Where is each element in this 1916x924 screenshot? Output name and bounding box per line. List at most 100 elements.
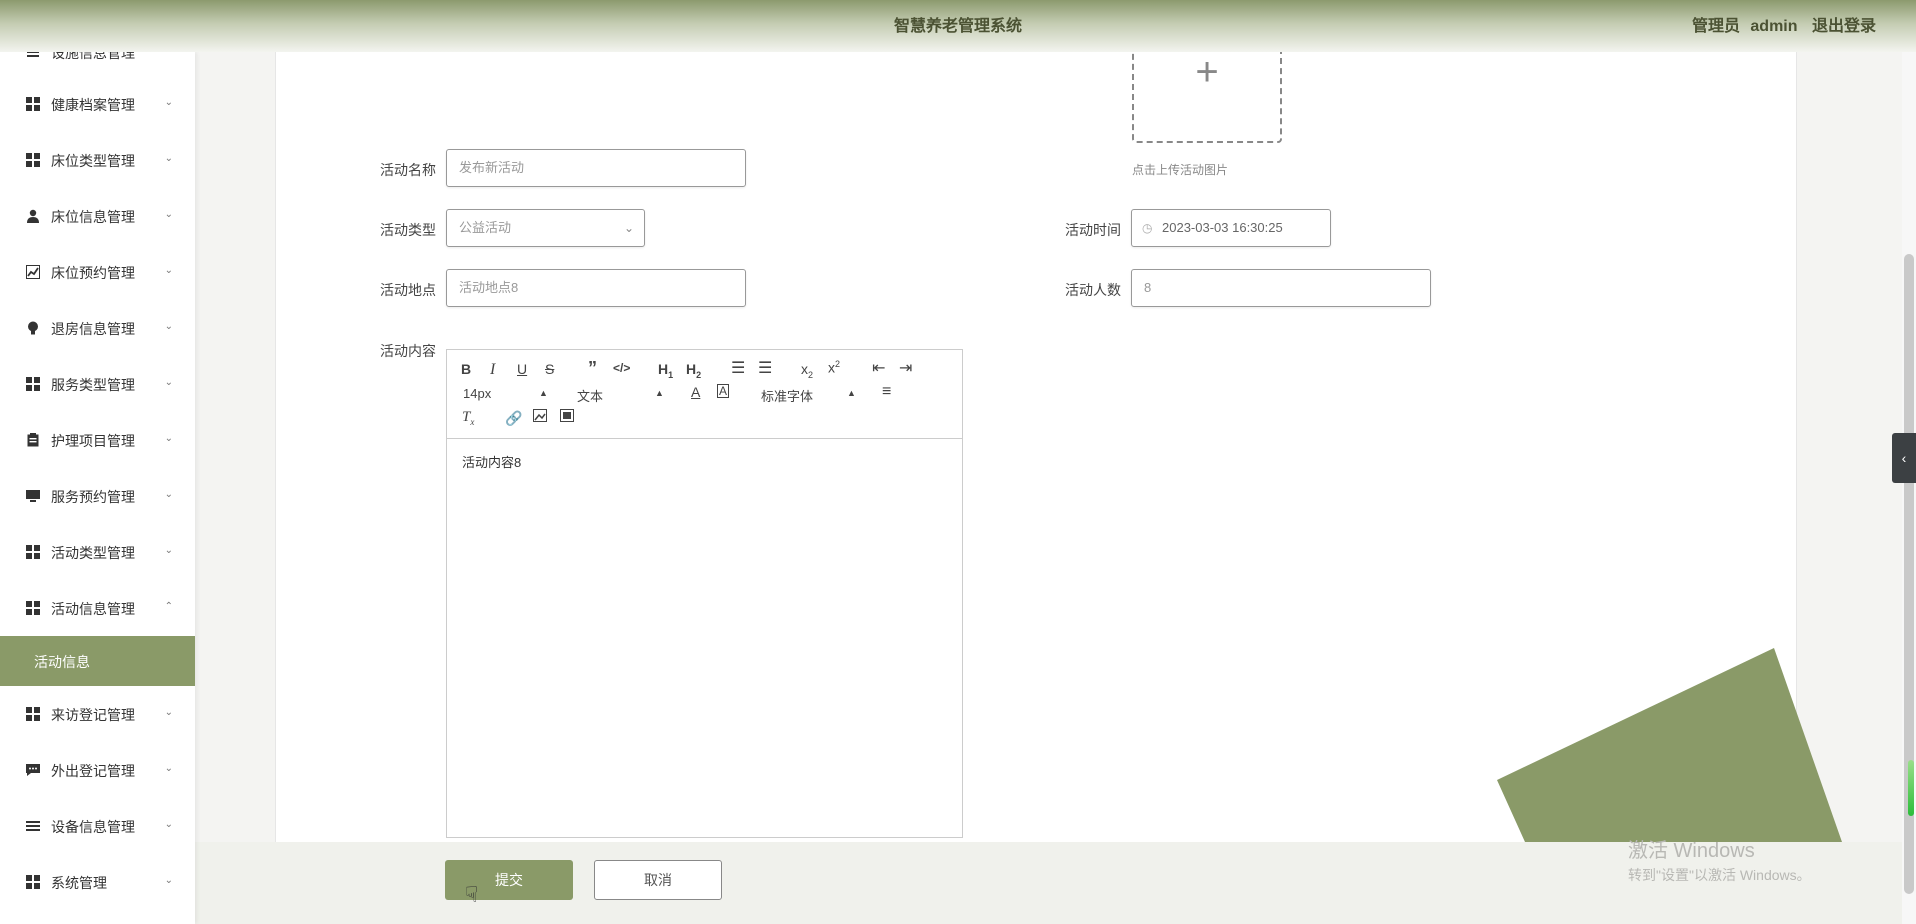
activity-place-input[interactable]: 活动地点8: [446, 269, 746, 307]
activity-people-label: 活动人数: [1065, 282, 1121, 298]
code-button[interactable]: </>: [613, 361, 630, 375]
sidebar-item-checkout[interactable]: 退房信息管理 ⌄: [0, 308, 195, 348]
rich-text-editor[interactable]: B I U S ” </> H1 H2 ☰ ☰ x2 x2 ⇤ ⇥ 14px ▲…: [446, 349, 963, 838]
sidebar-item-health-records[interactable]: 健康档案管理 ⌄: [0, 84, 195, 124]
blockquote-button[interactable]: ”: [588, 358, 597, 379]
header1-button[interactable]: H1: [658, 361, 673, 380]
sidebar-subitem-label: 活动信息: [34, 654, 90, 670]
collapse-panel-button[interactable]: ‹: [1892, 433, 1916, 483]
sidebar-item-label: 设备信息管理: [51, 819, 135, 835]
chart-icon: [26, 265, 40, 279]
sidebar-subitem-activity-info[interactable]: 活动信息: [0, 636, 195, 686]
chevron-down-icon: ⌄: [164, 819, 173, 830]
sidebar-item-label: 退房信息管理: [51, 321, 135, 337]
activity-type-value: 公益活动: [459, 220, 512, 235]
chevron-down-icon: ⌄: [164, 153, 173, 164]
font-color-button[interactable]: A: [691, 384, 700, 400]
sidebar-item-service-booking[interactable]: 服务预约管理 ⌄: [0, 476, 195, 516]
sidebar-item-activity-types[interactable]: 活动类型管理 ⌄: [0, 532, 195, 572]
paragraph-value: 文本: [577, 389, 604, 404]
background-color-button[interactable]: A: [717, 384, 730, 398]
indent-button[interactable]: ⇥: [899, 358, 912, 378]
hand-cursor-icon: ☟: [465, 882, 479, 907]
upload-tip: 点击上传活动图片: [1132, 163, 1229, 177]
watermark-line1: 激活 Windows: [1628, 840, 1755, 862]
sidebar-item-label: 服务预约管理: [51, 489, 135, 505]
grid-icon: [26, 545, 40, 559]
activity-place-label: 活动地点: [380, 282, 436, 298]
updown-icon: ▲: [655, 388, 664, 398]
user-icon: [26, 209, 40, 223]
activity-name-label: 活动名称: [380, 162, 436, 178]
chevron-down-icon: ⌄: [164, 875, 173, 886]
sidebar-item-activity-info[interactable]: 活动信息管理 ⌃: [0, 588, 195, 628]
sidebar-item-service-types[interactable]: 服务类型管理 ⌄: [0, 364, 195, 404]
bullet-list-button[interactable]: ☰: [758, 358, 772, 378]
outdent-button[interactable]: ⇤: [872, 358, 885, 378]
chevron-down-icon: ⌄: [164, 377, 173, 388]
chevron-down-icon: ⌄: [164, 763, 173, 774]
chevron-down-icon: ⌄: [164, 265, 173, 276]
list-icon: [26, 819, 40, 833]
sidebar-item-label: 设施信息管理: [51, 52, 135, 61]
italic-button[interactable]: I: [490, 361, 495, 379]
clear-format-button[interactable]: Tx: [462, 409, 474, 427]
sidebar-item-system[interactable]: 系统管理 ⌄: [0, 862, 195, 902]
font-family-picker[interactable]: 标准字体 ▲: [761, 386, 856, 405]
chevron-down-icon: ⌄: [164, 545, 173, 556]
decorative-shape: [1497, 648, 1842, 842]
logout-link[interactable]: 退出登录: [1812, 18, 1876, 35]
chevron-down-icon: ⌄: [623, 221, 634, 235]
sidebar-item-label: 来访登记管理: [51, 707, 135, 723]
font-size-picker[interactable]: 14px ▲: [463, 386, 548, 401]
monitor-icon: [26, 489, 40, 503]
bulb-icon: [26, 321, 40, 335]
sidebar-item-label: 床位信息管理: [51, 209, 135, 225]
subscript-button[interactable]: x2: [801, 361, 813, 380]
video-icon[interactable]: [560, 409, 574, 425]
activity-people-input[interactable]: 8: [1131, 269, 1431, 307]
sidebar-item-visitor-registration[interactable]: 来访登记管理 ⌄: [0, 694, 195, 734]
align-button[interactable]: ≡: [882, 383, 891, 401]
sidebar-item-equipment[interactable]: 设备信息管理 ⌄: [0, 806, 195, 846]
cancel-button[interactable]: 取消: [594, 860, 722, 900]
sidebar-item-bed-types[interactable]: 床位类型管理 ⌄: [0, 140, 195, 180]
image-upload[interactable]: +: [1132, 40, 1282, 143]
sidebar-item-care-items[interactable]: 护理项目管理 ⌄: [0, 420, 195, 460]
sidebar-item-label: 床位预约管理: [51, 265, 135, 281]
sidebar-item-bed-info[interactable]: 床位信息管理 ⌄: [0, 196, 195, 236]
sidebar-item-bed-booking[interactable]: 床位预约管理 ⌄: [0, 252, 195, 292]
bold-button[interactable]: B: [461, 361, 471, 377]
grid-icon: [26, 601, 40, 615]
scroll-indicator: [1908, 760, 1914, 816]
sidebar-item-label: 外出登记管理: [51, 763, 135, 779]
paragraph-picker[interactable]: 文本 ▲: [577, 386, 664, 405]
activity-time-picker[interactable]: ◷ 2023-03-03 16:30:25: [1131, 209, 1331, 247]
grid-icon: [26, 377, 40, 391]
underline-button[interactable]: U: [517, 361, 527, 377]
strike-button[interactable]: S: [545, 361, 554, 377]
grid-icon: [26, 97, 40, 111]
activity-type-select[interactable]: 公益活动 ⌄: [446, 209, 645, 247]
sidebar-item-outing-registration[interactable]: 外出登记管理 ⌄: [0, 750, 195, 790]
activity-name-input[interactable]: 发布新活动: [446, 149, 746, 187]
sidebar-item-label: 护理项目管理: [51, 433, 135, 449]
activity-content-label: 活动内容: [380, 343, 436, 359]
clipboard-icon: [26, 433, 40, 447]
sidebar-item-cut[interactable]: 设施信息管理: [0, 52, 195, 72]
chevron-down-icon: ⌄: [164, 707, 173, 718]
header2-button[interactable]: H2: [686, 361, 701, 380]
sidebar-item-label: 系统管理: [51, 875, 107, 891]
link-icon[interactable]: 🔗: [505, 410, 522, 427]
image-icon[interactable]: [533, 409, 547, 425]
clock-icon: ◷: [1142, 221, 1153, 235]
grid-icon: [26, 875, 40, 889]
sidebar-item-label: 活动类型管理: [51, 545, 135, 561]
sidebar-item-label: 床位类型管理: [51, 153, 135, 169]
chat-icon: [26, 763, 40, 777]
editor-toolbar: B I U S ” </> H1 H2 ☰ ☰ x2 x2 ⇤ ⇥ 14px ▲…: [447, 350, 962, 439]
chevron-down-icon: ⌄: [164, 209, 173, 220]
superscript-button[interactable]: x2: [828, 359, 840, 376]
editor-content[interactable]: 活动内容8: [462, 452, 521, 471]
ordered-list-button[interactable]: ☰: [731, 358, 745, 378]
